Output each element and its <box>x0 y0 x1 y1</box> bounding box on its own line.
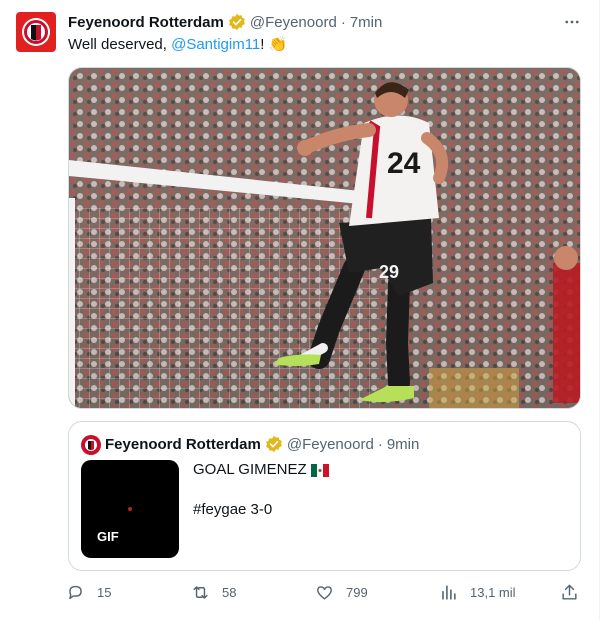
tweet-text: Well deserved, @Santigim11! 👏 <box>68 35 287 55</box>
like-count: 799 <box>346 584 368 600</box>
tweet-time[interactable]: 7min <box>350 14 383 31</box>
gif-red-dot <box>128 507 132 511</box>
heart-icon <box>317 585 332 600</box>
views-chart-icon <box>442 584 456 600</box>
author-name[interactable]: Feyenoord Rotterdam <box>68 14 224 31</box>
quote-time[interactable]: 9min <box>387 436 420 453</box>
tweet-text-suffix: ! 👏 <box>260 36 288 53</box>
share-icon <box>562 584 577 600</box>
feyenoord-logo-icon <box>22 18 50 46</box>
quote-author-name[interactable]: Feyenoord Rotterdam <box>105 436 261 453</box>
like-button[interactable]: 799 <box>315 580 368 604</box>
tweet[interactable]: Feyenoord Rotterdam @Feyenoord · 7min We… <box>0 0 600 620</box>
quote-goal-text: GOAL GIMENEZ <box>193 461 307 478</box>
jersey-back-number: 24 <box>387 147 421 180</box>
quote-author-handle[interactable]: @Feyenoord <box>287 436 374 453</box>
retweet-count: 58 <box>222 584 237 600</box>
views-button[interactable]: 13,1 mil <box>439 580 516 604</box>
retweet-icon <box>193 585 208 599</box>
verified-badge-icon <box>265 435 283 453</box>
quote-text-line2: #feygae 3-0 <box>193 501 273 518</box>
action-bar: 15 58 799 13,1 mil <box>66 580 584 604</box>
author-avatar[interactable] <box>16 12 56 52</box>
separator-dot: · <box>377 435 383 453</box>
more-dots-icon[interactable] <box>560 10 584 34</box>
gif-label: GIF <box>97 529 119 544</box>
quote-author-avatar[interactable] <box>81 435 101 455</box>
separator-dot: · <box>340 13 346 31</box>
player-celebration-photo: 29 24 <box>69 68 580 408</box>
quote-gif-thumbnail[interactable]: GIF <box>81 460 179 558</box>
feyenoord-logo-icon <box>82 436 100 454</box>
mexico-flag-icon <box>310 463 329 477</box>
mention-link[interactable]: @Santigim11 <box>171 36 260 53</box>
quote-header: Feyenoord Rotterdam @Feyenoord · 9min <box>105 434 419 454</box>
views-count: 13,1 mil <box>470 584 516 600</box>
reply-count: 15 <box>97 584 112 600</box>
reply-icon <box>69 585 82 599</box>
retweet-button[interactable]: 58 <box>191 580 236 604</box>
shorts-number: 29 <box>379 262 399 282</box>
tweet-header: Feyenoord Rotterdam @Feyenoord · 7min <box>68 12 382 32</box>
quoted-tweet[interactable]: Feyenoord Rotterdam @Feyenoord · 9min GI… <box>68 421 581 571</box>
author-handle[interactable]: @Feyenoord <box>250 14 337 31</box>
quote-text-line1: GOAL GIMENEZ <box>193 460 329 480</box>
reply-button[interactable]: 15 <box>66 580 111 604</box>
tweet-photo[interactable]: 29 24 <box>68 67 581 409</box>
share-button[interactable] <box>560 580 579 604</box>
tweet-text-prefix: Well deserved, <box>68 36 172 53</box>
verified-badge-icon <box>228 13 246 31</box>
